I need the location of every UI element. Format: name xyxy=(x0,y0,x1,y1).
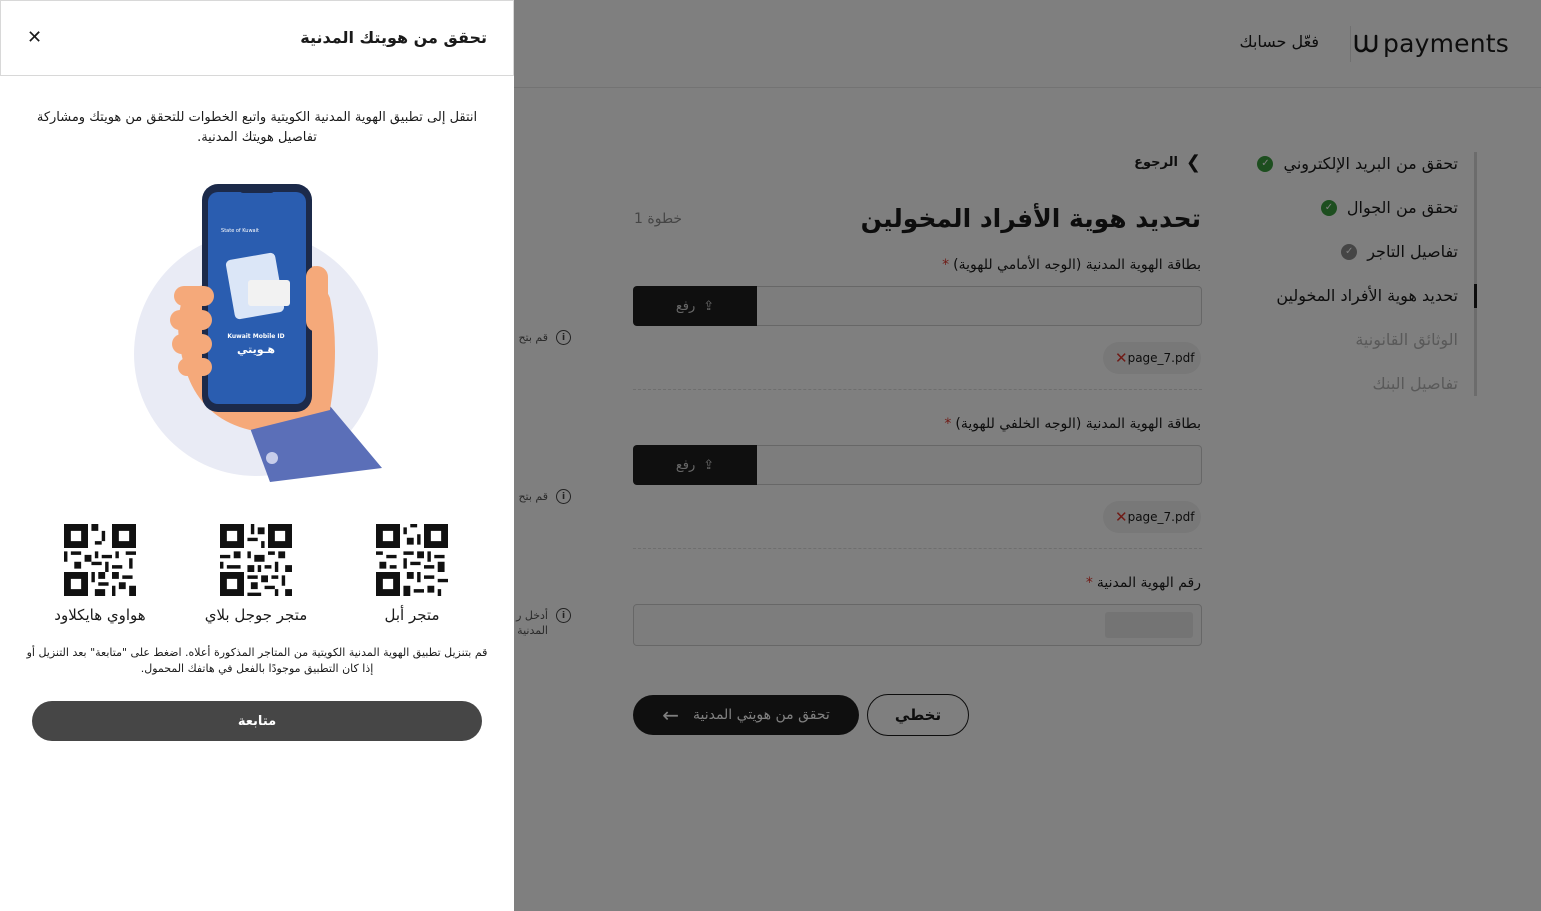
store-label: هواوي هايكلاود xyxy=(54,606,146,624)
continue-button[interactable]: متابعة xyxy=(32,701,482,741)
store-label: متجر جوجل بلاي xyxy=(204,606,308,624)
close-icon[interactable]: ✕ xyxy=(27,27,42,48)
huawei-appgallery-qr[interactable]: هواوي هايكلاود xyxy=(30,524,170,624)
drawer-title: تحقق من هويتك المدنية xyxy=(300,28,487,47)
phone-app-state: State of Kuwait xyxy=(221,228,259,234)
phone-app-arabic: هـويتي xyxy=(237,343,275,356)
phone-app-name: Kuwait Mobile ID xyxy=(227,333,284,340)
drawer-header: تحقق من هويتك المدنية ✕ xyxy=(0,0,514,76)
phone-illustration: State of Kuwait Kuwait Mobile ID هـويتي xyxy=(134,184,382,482)
qr-code-icon xyxy=(64,524,136,596)
qr-code-icon xyxy=(220,524,292,596)
drawer-instructions: انتقل إلى تطبيق الهوية المدنية الكويتية … xyxy=(36,110,478,145)
verify-civil-id-drawer: تحقق من هويتك المدنية ✕ انتقل إلى تطبيق … xyxy=(0,0,514,911)
download-note: قم بتنزيل تطبيق الهوية المدنية الكويتية … xyxy=(26,646,488,675)
apple-store-qr[interactable]: متجر أبل xyxy=(342,524,482,624)
google-play-qr[interactable]: متجر جوجل بلاي xyxy=(186,524,326,624)
store-label: متجر أبل xyxy=(384,606,440,624)
qr-code-icon xyxy=(376,524,448,596)
